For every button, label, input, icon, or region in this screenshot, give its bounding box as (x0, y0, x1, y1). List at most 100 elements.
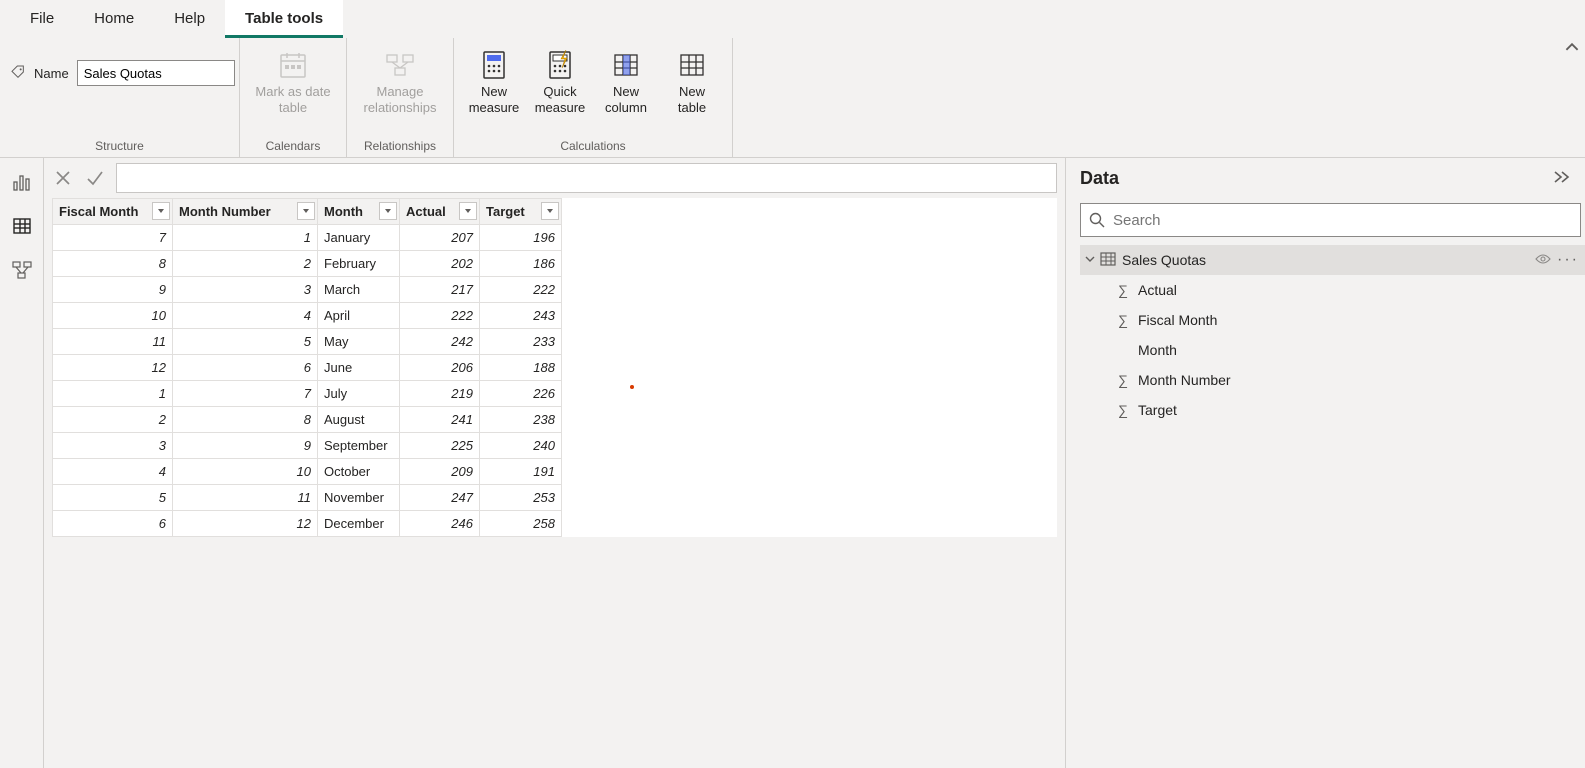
filter-dropdown-icon[interactable] (459, 202, 477, 220)
cell[interactable]: 188 (480, 355, 562, 381)
cell[interactable]: 243 (480, 303, 562, 329)
cell[interactable]: 10 (173, 459, 318, 485)
cell[interactable]: 5 (173, 329, 318, 355)
commit-formula-icon[interactable] (84, 167, 106, 189)
cell[interactable]: 4 (53, 459, 173, 485)
search-box[interactable] (1080, 203, 1581, 237)
cell[interactable]: January (318, 225, 400, 251)
table-row[interactable]: 71January207196 (53, 225, 562, 251)
cell[interactable]: 217 (400, 277, 480, 303)
tab-table-tools[interactable]: Table tools (225, 0, 343, 38)
cell[interactable]: 1 (53, 381, 173, 407)
table-row[interactable]: 104April222243 (53, 303, 562, 329)
column-header[interactable]: Actual (400, 199, 480, 225)
cell[interactable]: 12 (173, 511, 318, 537)
cell[interactable]: May (318, 329, 400, 355)
cell[interactable]: 4 (173, 303, 318, 329)
cell[interactable]: 207 (400, 225, 480, 251)
cell[interactable]: 11 (173, 485, 318, 511)
column-header[interactable]: Target (480, 199, 562, 225)
manage-relationships-button[interactable]: Manage relationships (357, 44, 443, 117)
filter-dropdown-icon[interactable] (152, 202, 170, 220)
table-row[interactable]: 410October209191 (53, 459, 562, 485)
cell[interactable]: 3 (173, 277, 318, 303)
field-row[interactable]: ∑Target (1080, 395, 1585, 425)
cell[interactable]: 11 (53, 329, 173, 355)
filter-dropdown-icon[interactable] (541, 202, 559, 220)
cell[interactable]: 5 (53, 485, 173, 511)
ribbon-collapse-icon[interactable] (1565, 40, 1579, 57)
table-row[interactable]: 39September225240 (53, 433, 562, 459)
cell[interactable]: 222 (480, 277, 562, 303)
cell[interactable]: 246 (400, 511, 480, 537)
cell[interactable]: 8 (173, 407, 318, 433)
cell[interactable]: 233 (480, 329, 562, 355)
cell[interactable]: 10 (53, 303, 173, 329)
mark-as-date-table-button[interactable]: Mark as date table (250, 44, 336, 117)
collapse-pane-icon[interactable] (1553, 168, 1571, 189)
table-row[interactable]: 17July219226 (53, 381, 562, 407)
cell[interactable]: August (318, 407, 400, 433)
cell[interactable]: 196 (480, 225, 562, 251)
cell[interactable]: 8 (53, 251, 173, 277)
cell[interactable]: 191 (480, 459, 562, 485)
new-column-button[interactable]: New column (596, 44, 656, 117)
field-row[interactable]: ∑Fiscal Month (1080, 305, 1585, 335)
new-table-button[interactable]: New table (662, 44, 722, 117)
table-row[interactable]: 612December246258 (53, 511, 562, 537)
cell[interactable]: 2 (53, 407, 173, 433)
cell[interactable]: 7 (173, 381, 318, 407)
table-row[interactable]: 28August241238 (53, 407, 562, 433)
cell[interactable]: 226 (480, 381, 562, 407)
table-row[interactable]: 93March217222 (53, 277, 562, 303)
cell[interactable]: 247 (400, 485, 480, 511)
cell[interactable]: 3 (53, 433, 173, 459)
filter-dropdown-icon[interactable] (297, 202, 315, 220)
cell[interactable]: 6 (53, 511, 173, 537)
cell[interactable]: 1 (173, 225, 318, 251)
table-name-input[interactable] (77, 60, 235, 86)
cell[interactable]: 9 (53, 277, 173, 303)
cell[interactable]: 6 (173, 355, 318, 381)
cell[interactable]: 238 (480, 407, 562, 433)
cell[interactable]: November (318, 485, 400, 511)
cell[interactable]: September (318, 433, 400, 459)
cell[interactable]: April (318, 303, 400, 329)
tab-file[interactable]: File (10, 0, 74, 38)
tab-help[interactable]: Help (154, 0, 225, 38)
cell[interactable]: March (318, 277, 400, 303)
table-row[interactable]: 82February202186 (53, 251, 562, 277)
table-row[interactable]: 511November247253 (53, 485, 562, 511)
new-measure-button[interactable]: New measure (464, 44, 524, 117)
cell[interactable]: 219 (400, 381, 480, 407)
fields-table-row[interactable]: Sales Quotas ··· (1080, 245, 1585, 275)
search-input[interactable] (1113, 212, 1572, 229)
cell[interactable]: 240 (480, 433, 562, 459)
cell[interactable]: October (318, 459, 400, 485)
cell[interactable]: 222 (400, 303, 480, 329)
column-header[interactable]: Fiscal Month (53, 199, 173, 225)
cell[interactable]: July (318, 381, 400, 407)
table-row[interactable]: 126June206188 (53, 355, 562, 381)
field-row[interactable]: ∑Month Number (1080, 365, 1585, 395)
cell[interactable]: 209 (400, 459, 480, 485)
cell[interactable]: December (318, 511, 400, 537)
data-view-icon[interactable] (10, 214, 34, 238)
cell[interactable]: 9 (173, 433, 318, 459)
table-row[interactable]: 115May242233 (53, 329, 562, 355)
cell[interactable]: 225 (400, 433, 480, 459)
report-view-icon[interactable] (10, 170, 34, 194)
filter-dropdown-icon[interactable] (379, 202, 397, 220)
field-row[interactable]: Month (1080, 335, 1585, 365)
quick-measure-button[interactable]: Quick measure (530, 44, 590, 117)
column-header[interactable]: Month (318, 199, 400, 225)
cell[interactable]: 241 (400, 407, 480, 433)
cell[interactable]: 7 (53, 225, 173, 251)
visibility-icon[interactable] (1535, 252, 1551, 268)
more-options-icon[interactable]: ··· (1557, 251, 1579, 269)
cell[interactable]: 258 (480, 511, 562, 537)
model-view-icon[interactable] (10, 258, 34, 282)
cell[interactable]: 12 (53, 355, 173, 381)
cell[interactable]: February (318, 251, 400, 277)
cell[interactable]: June (318, 355, 400, 381)
